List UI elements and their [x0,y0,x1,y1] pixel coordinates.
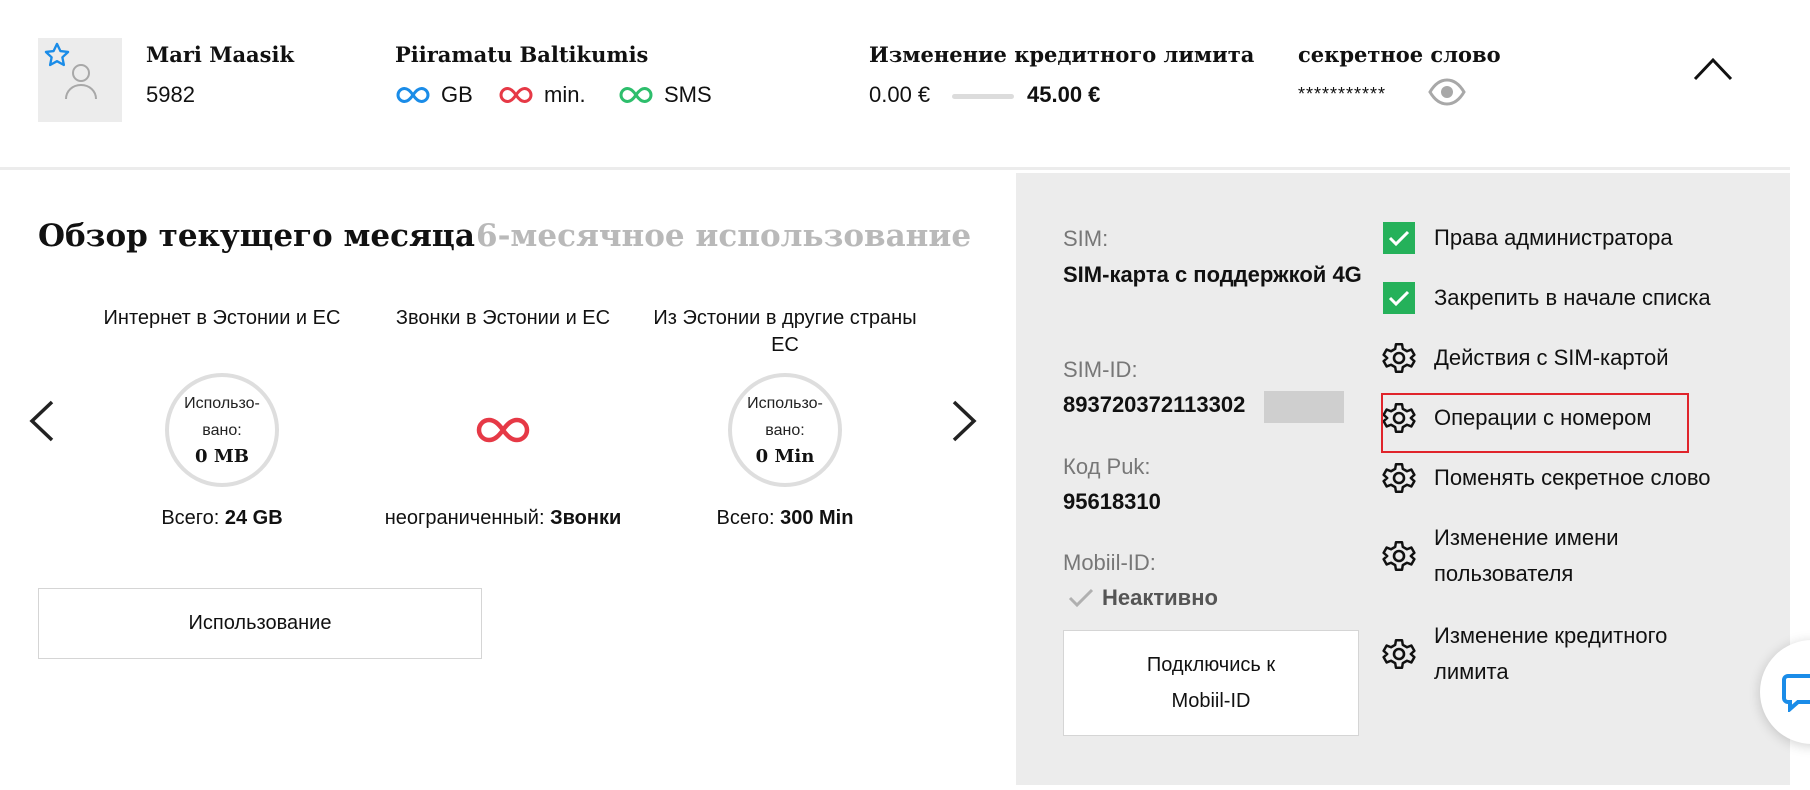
gear-icon [1382,462,1416,494]
checkbox-checked-icon[interactable] [1383,222,1415,254]
checkbox-checked-icon[interactable] [1383,282,1415,314]
total-value: 24 GB [224,507,283,529]
tab-six-month[interactable]: 6-месячное использование [476,218,971,254]
sim-value: SIM-карта с поддержкой 4G [1063,262,1362,287]
secret-word-title: секретное слово [1298,42,1501,67]
total-label: Всего: [716,507,775,529]
mobiil-id-label: Mobiil-ID: [1063,550,1156,575]
gear-icon [1382,540,1416,572]
avatar [38,38,122,122]
allowance-data: GB [395,82,473,108]
usage-ring: Использо-вано: 0 Min [728,373,842,487]
total-label: неограниченный: [384,507,545,529]
user-name: Mari Maasik [146,42,295,67]
usage-total: Всего: 300 Min [640,507,930,530]
credit-limit-title: Изменение кредитного лимита [869,42,1255,67]
subscription-header: Mari Maasik 5982 Piiramatu Baltikumis GB… [0,0,1790,170]
action-label: Изменение имени пользователя [1434,525,1619,586]
used-value: 0 Min [755,446,815,467]
action-label: Права администратора [1434,225,1673,250]
credit-limit-max: 45.00 € [1027,82,1101,107]
sim-id-value: 893720372113302 [1063,392,1246,417]
eye-icon[interactable] [1428,78,1466,106]
puk-value: 95618310 [1063,489,1161,514]
action-change-user-name[interactable]: Изменение имени пользователя [1382,520,1694,592]
allowance-sms: SMS [618,82,712,108]
gear-icon [1382,638,1416,670]
highlight-box [1381,393,1689,453]
mobiil-id-status: Неактивно [1068,585,1218,611]
chevron-left-icon[interactable] [26,398,56,444]
usage-ring: Использо-вано: 0 MB [165,373,279,487]
total-value: 300 Min [780,507,854,529]
action-label: Действия с SIM-картой [1434,345,1669,370]
mobiil-id-status-text: Неактивно [1102,585,1218,610]
used-value: 0 MB [195,446,249,467]
usage-card-calls: Звонки в Эстонии и ЕС неограниченный: Зв… [358,305,648,530]
credit-limit-min: 0.00 € [869,82,931,107]
action-admin-rights[interactable]: Права администратора [1382,220,1673,256]
action-label: Поменять секретное слово [1434,465,1711,490]
sim-id-mask [1264,391,1344,423]
used-label: Использо-вано: [184,395,260,439]
usage-card-title: Из Эстонии в другие страны ЕС [653,307,917,356]
allowance-minutes: min. [498,82,586,108]
infinity-icon [619,86,653,104]
infinity-icon [396,86,430,104]
action-change-credit-limit[interactable]: Изменение кредитного лимита [1382,618,1694,690]
infinity-icon [476,417,530,443]
usage-card-internet: Интернет в Эстонии и ЕС Использо-вано: 0… [77,305,367,530]
usage-total: Всего: 24 GB [77,507,367,530]
usage-card-other-countries: Из Эстонии в другие страны ЕС Использо-в… [640,305,930,530]
chevron-up-icon[interactable] [1693,56,1733,82]
secret-word-value: *********** [1298,84,1387,104]
tab-current-month[interactable]: Обзор текущего месяца [38,218,475,254]
total-value: Звонки [550,507,622,529]
total-label: Всего: [161,507,220,529]
sim-label: SIM: [1063,226,1109,251]
usage-card-title: Интернет в Эстонии и ЕС [103,307,341,329]
sim-id-label: SIM-ID: [1063,357,1138,382]
usage-button[interactable]: Использование [38,588,482,659]
usage-total: неограниченный: Звонки [358,507,648,530]
usage-card-title: Звонки в Эстонии и ЕС [395,307,611,329]
chat-icon [1782,674,1810,712]
allowance-unit: min. [544,82,586,107]
connect-mobiil-id-button[interactable]: Подключись к Mobiil-ID [1063,630,1359,736]
infinity-icon [499,86,533,104]
allowance-unit: SMS [664,82,712,107]
allowance-unit: GB [441,82,473,107]
person-icon [65,64,97,100]
gear-icon [1382,342,1416,374]
action-label: Закрепить в начале списка [1434,285,1711,310]
plan-name: Piiramatu Baltikumis [395,42,649,67]
action-sim-card-operations[interactable]: Действия с SIM-картой [1382,340,1669,376]
puk-label: Код Puk: [1063,454,1151,479]
used-label: Использо-вано: [747,395,823,439]
check-icon [1068,588,1094,608]
action-change-secret-word[interactable]: Поменять секретное слово [1382,460,1711,496]
user-number: 5982 [146,82,195,107]
chevron-right-icon[interactable] [950,398,980,444]
action-pin-to-top[interactable]: Закрепить в начале списка [1382,280,1711,316]
action-label: Изменение кредитного лимита [1434,623,1668,684]
credit-limit-bar [952,94,1014,99]
